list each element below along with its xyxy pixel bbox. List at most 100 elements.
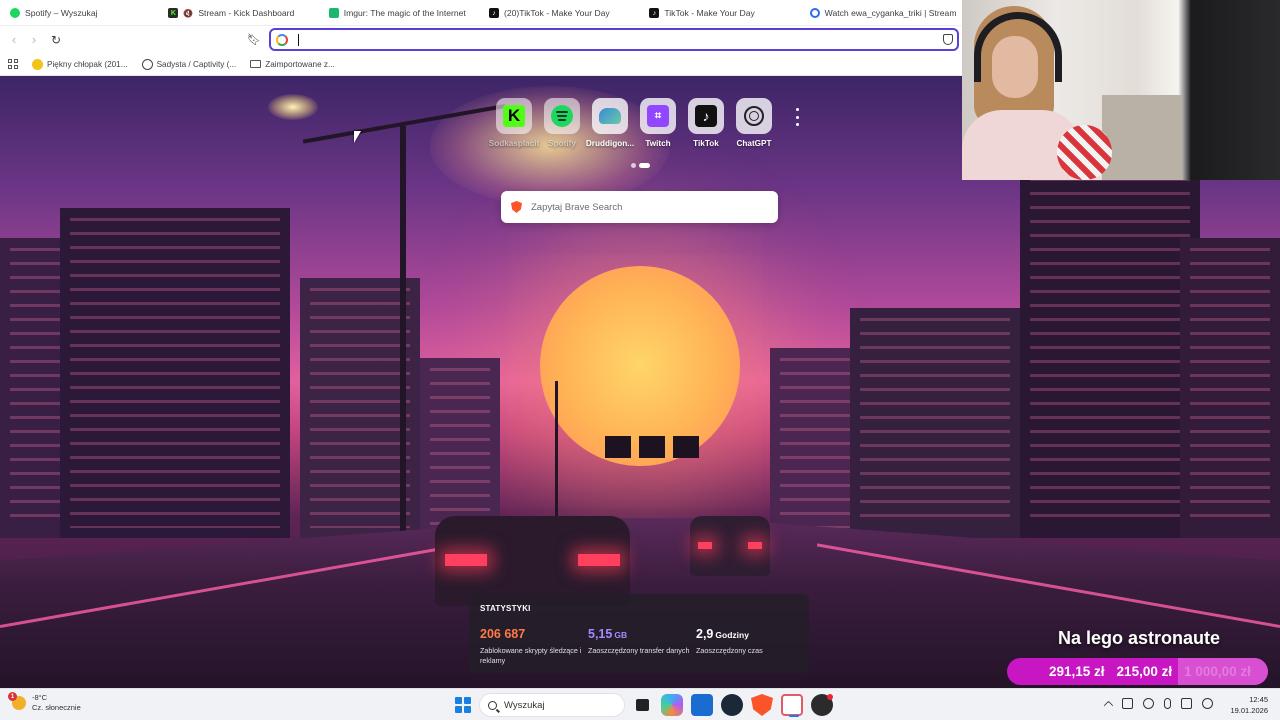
back-button[interactable]: ‹ [4, 30, 24, 50]
weather-widget[interactable]: 1 -8°C Cz. słonecznie [8, 692, 81, 713]
tab-imgur[interactable]: Imgur: The magic of the Internet [321, 0, 481, 26]
weather-icon: 1 [8, 692, 26, 711]
emoji-icon [32, 58, 43, 70]
stat-description: Zablokowane skrypty śledzące i reklamy [480, 646, 582, 666]
stat-description: Zaoszczędzony czas [696, 646, 763, 655]
webcam-overlay [962, 0, 1280, 180]
druddigon-icon [599, 108, 621, 124]
tab-tiktok[interactable]: ♪ TikTok - Make Your Day [641, 0, 801, 26]
taskbar-apps [631, 694, 833, 717]
bookmark-folder[interactable]: Zaimportowane z... [250, 60, 335, 69]
bookmark-label: Zaimportowane z... [265, 59, 335, 69]
donation-target: 1 000,00 zł [1184, 664, 1251, 679]
search-input[interactable] [531, 201, 761, 213]
start-button[interactable] [455, 697, 471, 713]
watch-icon [809, 8, 820, 18]
clock-time: 12:45 [1249, 695, 1268, 704]
display-icon[interactable] [1181, 698, 1192, 709]
chatgpt-icon [744, 106, 764, 126]
more-options-icon[interactable] [794, 108, 800, 126]
tab-strip: Spotify – Wyszukaj K 🔇 Stream - Kick Das… [0, 0, 962, 26]
system-tray [1103, 698, 1213, 711]
tab-title: Imgur: The magic of the Internet [343, 8, 466, 18]
kick-icon: K [168, 8, 179, 18]
bookmarks-bar: Piękny chłopak (201... Sadysta / Captivi… [0, 53, 962, 76]
top-site-tiktok[interactable]: ♪ TikTok [688, 98, 724, 148]
stat-trackers: 206 687 Zablokowane skrypty śledzące i r… [480, 625, 588, 666]
top-site-druddigon[interactable]: Druddigon... [586, 98, 634, 148]
show-hidden-icons-icon[interactable] [1103, 700, 1114, 711]
tab-tiktok-20[interactable]: ♪ (20)TikTok - Make Your Day [481, 0, 641, 26]
clock[interactable]: 12:45 19.01.2026 [1222, 694, 1268, 717]
top-site-kick[interactable]: K Sodkasplacit [489, 98, 539, 148]
top-site-chatgpt[interactable]: ChatGPT [736, 98, 772, 148]
spotify-icon [10, 8, 20, 18]
tiktok-icon: ♪ [649, 8, 660, 18]
stats-title: STATYSTYKI [480, 604, 531, 613]
stat-time-saved: 2,9 Godziny Zaoszczędzony czas [696, 625, 804, 666]
stats-card: STATYSTYKI 206 687 Zablokowane skrypty ś… [469, 594, 809, 673]
bookmark-label: Sadysta / Captivity (... [156, 59, 237, 69]
top-site-twitch[interactable]: ⌗ Twitch [640, 98, 676, 148]
sync-icon[interactable] [1122, 698, 1133, 709]
microphone-icon[interactable] [1164, 698, 1171, 709]
search-icon [488, 700, 497, 710]
brave-logo-icon [511, 201, 522, 213]
top-site-label: TikTok [693, 139, 719, 148]
mute-icon[interactable]: 🔇 [183, 9, 193, 18]
forward-button[interactable]: › [24, 30, 44, 50]
copilot-icon[interactable] [661, 694, 683, 716]
top-site-label: Spotify [548, 139, 576, 148]
apps-grid-icon[interactable] [8, 59, 18, 69]
bookmark-button[interactable]: 🔖︎ [244, 30, 264, 50]
brave-browser-icon[interactable] [751, 694, 773, 716]
taskbar-search[interactable] [479, 693, 625, 717]
cloud-icon[interactable] [1143, 698, 1154, 709]
volume-icon[interactable] [1202, 698, 1213, 709]
tab-spotify[interactable]: Spotify – Wyszukaj [0, 0, 160, 26]
obs-icon[interactable] [811, 694, 833, 716]
weather-desc: Cz. słonecznie [32, 703, 81, 713]
reload-button[interactable]: ↻ [46, 30, 66, 50]
brave-search-box[interactable] [501, 191, 778, 223]
tiktok-icon: ♪ [489, 8, 500, 18]
stat-bandwidth: 5,15 GB Zaoszczędzony transfer danych [588, 625, 696, 666]
bookmark-label: Piękny chłopak (201... [47, 59, 128, 69]
stat-description: Zaoszczędzony transfer danych [588, 646, 690, 655]
stat-value: 2,9 [696, 627, 714, 641]
google-icon [276, 33, 288, 46]
kick-icon: K [503, 105, 525, 127]
imgur-icon [328, 8, 339, 18]
donation-current: 291,15 zł [1049, 664, 1105, 679]
address-bar[interactable] [269, 28, 959, 51]
steam-icon[interactable] [721, 694, 743, 716]
top-sites-pager[interactable] [631, 163, 650, 168]
bookmark-item[interactable]: Piękny chłopak (201... [32, 58, 128, 70]
brave-shields-icon[interactable] [943, 34, 953, 45]
donation-goal-bar: 291,15 zł 215,00 zł 1 000,00 zł [1007, 658, 1268, 685]
globe-icon [141, 58, 153, 70]
top-site-spotify[interactable]: Spotify [544, 98, 580, 148]
top-site-label: Sodkasplacit [488, 139, 540, 148]
app-icon[interactable] [781, 694, 803, 717]
weather-temp: -8°C [32, 693, 48, 702]
stat-value: 206 687 [480, 627, 526, 641]
navigation-bar: ‹ › ↻ 🔖︎ [0, 26, 962, 53]
tab-watch-stream[interactable]: Watch ewa_cyganka_triki | Stream [802, 0, 962, 26]
tab-title: TikTok - Make Your Day [664, 8, 755, 18]
tab-kick-dashboard[interactable]: K 🔇 Stream - Kick Dashboard [160, 0, 320, 26]
clock-date: 19.01.2026 [1230, 706, 1268, 716]
task-view-icon[interactable] [631, 694, 653, 716]
tiktok-icon: ♪ [695, 105, 717, 127]
top-site-label: Twitch [645, 139, 671, 148]
stat-value: 5,15 [588, 627, 613, 641]
taskbar-search-input[interactable] [504, 699, 614, 711]
top-sites: K Sodkasplacit Spotify Druddigon... ⌗ Tw… [489, 98, 772, 148]
stat-unit: Godziny [715, 630, 749, 640]
stat-unit: GB [614, 630, 628, 640]
bookmark-item[interactable]: Sadysta / Captivity (... [141, 58, 237, 70]
car-image [690, 516, 770, 576]
store-icon[interactable] [691, 694, 713, 716]
spotify-icon [551, 105, 573, 127]
car-image [435, 516, 630, 606]
